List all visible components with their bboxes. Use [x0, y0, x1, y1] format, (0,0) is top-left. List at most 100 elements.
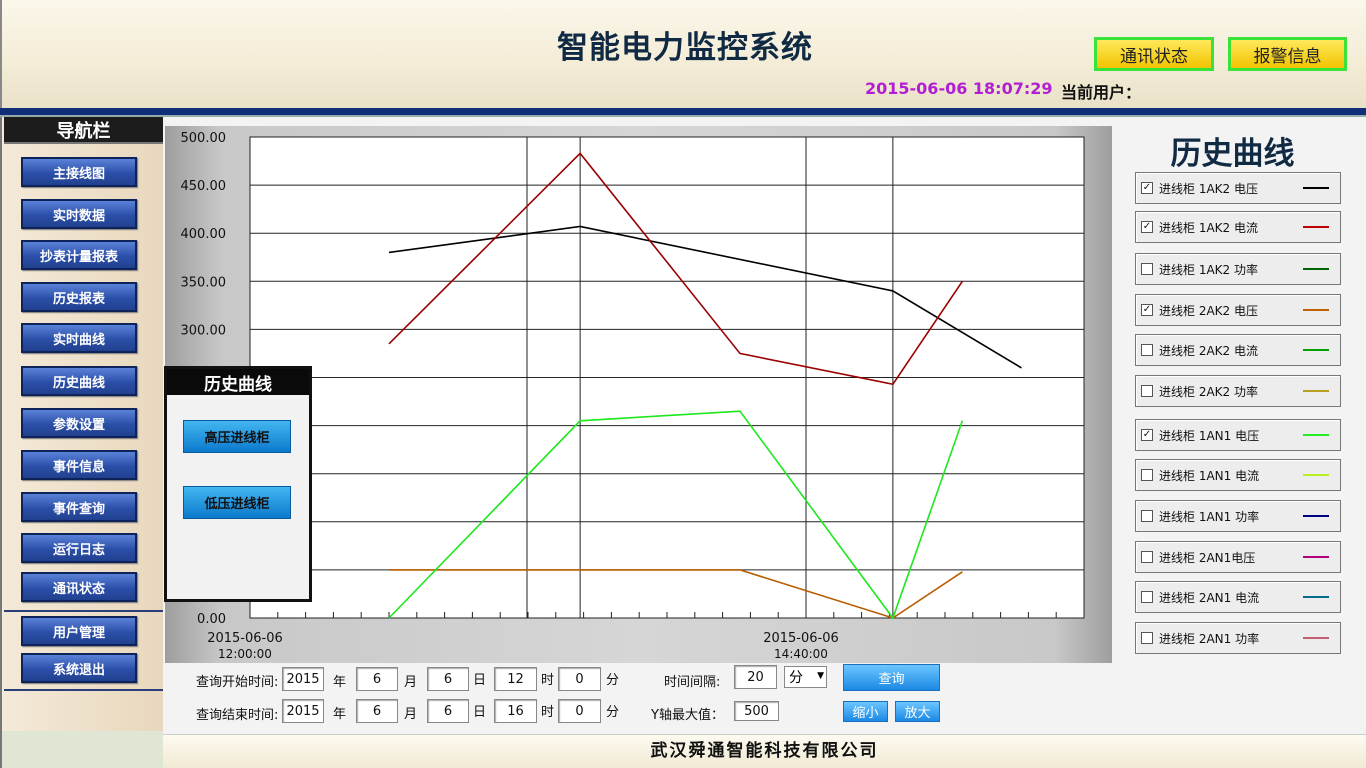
legend-item[interactable]: ✓ 进线柜 1AK2 电流: [1135, 211, 1341, 243]
interval-label: 时间间隔:: [664, 675, 721, 690]
x-tick-sublabel: 14:40:00: [774, 647, 828, 661]
legend-color-swatch: [1303, 434, 1329, 436]
legend-checkbox[interactable]: [1141, 469, 1153, 481]
popup-title: 历史曲线: [167, 369, 309, 395]
sidebar-item-comm-status[interactable]: 通讯状态: [21, 572, 137, 602]
legend-label: 进线柜 2AK2 功率: [1159, 384, 1258, 399]
end-day-input[interactable]: 6: [427, 699, 469, 723]
ymax-label: Y轴最大值：: [651, 708, 724, 723]
sidebar-separator: [4, 689, 163, 691]
ymax-input[interactable]: 500: [734, 701, 779, 721]
y-tick-label: 450.00: [181, 179, 227, 194]
interval-unit-value: 分: [789, 670, 803, 686]
legend-label: 进线柜 1AN1 电流: [1159, 468, 1260, 483]
current-datetime: 2015-06-06 18:07:29: [865, 79, 1053, 98]
legend-item[interactable]: 进线柜 2AN1 电流: [1135, 581, 1341, 613]
sidebar-title: 导航栏: [4, 117, 163, 144]
comm-status-button[interactable]: 通讯状态: [1094, 37, 1214, 71]
y-tick-label: 350.00: [181, 275, 227, 290]
legend-color-swatch: [1303, 474, 1329, 476]
legend-item[interactable]: 进线柜 2AK2 功率: [1135, 375, 1341, 407]
y-tick-label: 400.00: [181, 227, 227, 242]
legend-label: 进线柜 2AN1电压: [1159, 550, 1256, 565]
legend-item[interactable]: 进线柜 1AN1 功率: [1135, 500, 1341, 532]
sidebar-item-realtime-curve[interactable]: 实时曲线: [21, 323, 137, 353]
legend-item[interactable]: 进线柜 1AN1 电流: [1135, 459, 1341, 491]
sidebar-item-history-curve[interactable]: 历史曲线: [21, 366, 137, 396]
legend-color-swatch: [1303, 309, 1329, 311]
sidebar-separator: [4, 610, 163, 612]
high-voltage-cabinet-button[interactable]: 高压进线柜: [183, 420, 291, 453]
legend-item[interactable]: 进线柜 2AK2 电流: [1135, 334, 1341, 366]
day-unit: 日: [473, 673, 487, 688]
start-hour-input[interactable]: 12: [494, 667, 537, 691]
sidebar-item-system-exit[interactable]: 系统退出: [21, 653, 137, 683]
end-minute-input[interactable]: 0: [558, 699, 601, 723]
start-day-input[interactable]: 6: [427, 667, 469, 691]
sidebar-item-user-management[interactable]: 用户管理: [21, 616, 137, 646]
header-divider: [0, 108, 1366, 117]
sidebar-item-parameter-settings[interactable]: 参数设置: [21, 408, 137, 438]
legend-label: 进线柜 1AK2 电流: [1159, 220, 1258, 235]
x-tick-label: 2015-06-06: [763, 631, 839, 646]
start-minute-input[interactable]: 0: [558, 667, 601, 691]
zoom-in-button[interactable]: 放大: [895, 701, 940, 722]
alarm-info-button[interactable]: 报警信息: [1228, 37, 1347, 71]
sidebar-item-run-log[interactable]: 运行日志: [21, 533, 137, 563]
legend-label: 进线柜 2AK2 电流: [1159, 343, 1258, 358]
end-year-input[interactable]: 2015: [282, 699, 324, 723]
legend-checkbox[interactable]: [1141, 591, 1153, 603]
interval-unit-select[interactable]: 分 ▼: [784, 666, 827, 688]
end-month-input[interactable]: 6: [356, 699, 398, 723]
legend-item[interactable]: 进线柜 2AN1 功率: [1135, 622, 1341, 654]
legend-item[interactable]: 进线柜 1AK2 功率: [1135, 253, 1341, 285]
zoom-out-button[interactable]: 缩小: [843, 701, 888, 722]
sidebar-item-realtime-data[interactable]: 实时数据: [21, 199, 137, 229]
legend-checkbox[interactable]: [1141, 510, 1153, 522]
legend-checkbox[interactable]: [1141, 263, 1153, 275]
y-tick-label: 500.00: [181, 131, 227, 146]
start-year-input[interactable]: 2015: [282, 667, 324, 691]
sidebar-item-meter-report[interactable]: 抄表计量报表: [21, 240, 137, 270]
legend-label: 进线柜 1AK2 电压: [1159, 181, 1258, 196]
sidebar-item-event-query[interactable]: 事件查询: [21, 492, 137, 522]
query-button[interactable]: 查询: [843, 664, 940, 691]
chevron-down-icon: ▼: [817, 671, 824, 681]
current-user-label: 当前用户：: [1061, 83, 1142, 102]
legend-item[interactable]: ✓ 进线柜 1AK2 电压: [1135, 172, 1341, 204]
start-month-input[interactable]: 6: [356, 667, 398, 691]
legend-color-swatch: [1303, 268, 1329, 270]
legend-checkbox[interactable]: ✓: [1141, 182, 1153, 194]
legend-item[interactable]: ✓ 进线柜 1AN1 电压: [1135, 419, 1341, 451]
y-tick-label: 0.00: [197, 612, 226, 627]
legend-checkbox[interactable]: [1141, 632, 1153, 644]
sidebar-item-main-wiring[interactable]: 主接线图: [21, 157, 137, 187]
low-voltage-cabinet-button[interactable]: 低压进线柜: [183, 486, 291, 519]
interval-input[interactable]: 20: [734, 665, 777, 689]
right-panel-title: 历史曲线: [1170, 136, 1295, 172]
legend-checkbox[interactable]: ✓: [1141, 304, 1153, 316]
legend-checkbox[interactable]: ✓: [1141, 221, 1153, 233]
history-curve-popup: 历史曲线 高压进线柜 低压进线柜: [164, 366, 312, 602]
legend-checkbox[interactable]: [1141, 551, 1153, 563]
legend-item[interactable]: 进线柜 2AN1电压: [1135, 541, 1341, 573]
legend-color-swatch: [1303, 226, 1329, 228]
query-start-label: 查询开始时间:: [196, 675, 279, 690]
legend-checkbox[interactable]: ✓: [1141, 429, 1153, 441]
hour-unit: 时: [541, 705, 555, 720]
end-hour-input[interactable]: 16: [494, 699, 537, 723]
legend-checkbox[interactable]: [1141, 344, 1153, 356]
legend-color-swatch: [1303, 390, 1329, 392]
header: 智能电力监控系统 通讯状态 报警信息 2015-06-06 18:07:29 当…: [0, 0, 1366, 108]
month-unit: 月: [404, 675, 418, 690]
legend-label: 进线柜 1AN1 电压: [1159, 428, 1260, 443]
legend-label: 进线柜 2AK2 电压: [1159, 303, 1258, 318]
sidebar-footer: [2, 731, 163, 768]
sidebar-item-event-info[interactable]: 事件信息: [21, 450, 137, 480]
legend-item[interactable]: ✓ 进线柜 2AK2 电压: [1135, 294, 1341, 326]
company-footer: 武汉舜通智能科技有限公司: [163, 734, 1366, 768]
x-tick-sublabel: 12:00:00: [218, 647, 272, 661]
sidebar: 导航栏 主接线图 实时数据 抄表计量报表 历史报表 实时曲线 历史曲线 参数设置…: [0, 117, 163, 768]
legend-checkbox[interactable]: [1141, 385, 1153, 397]
sidebar-item-history-report[interactable]: 历史报表: [21, 282, 137, 312]
